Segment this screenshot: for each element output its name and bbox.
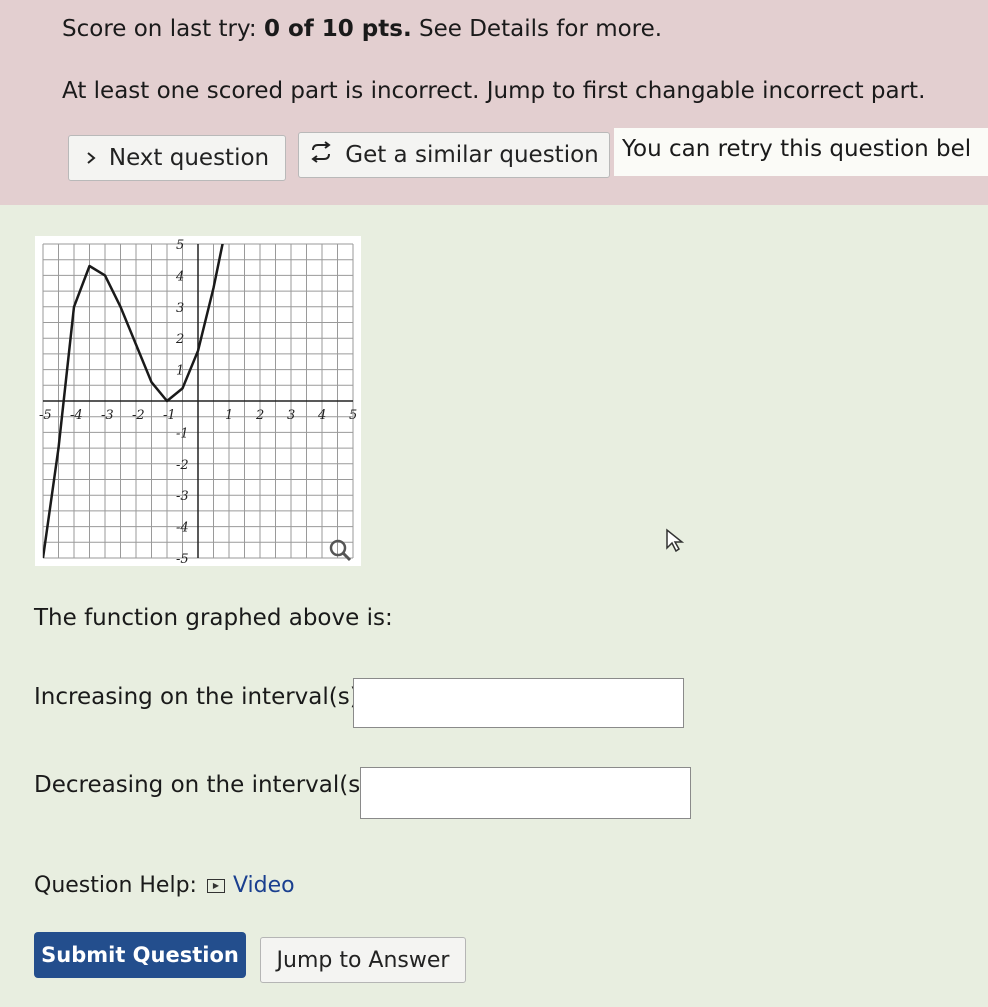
decreasing-label: Decreasing on the interval(s) <box>34 772 370 798</box>
video-icon: ▶ <box>206 878 225 893</box>
y-tick-label: 1 <box>176 364 184 379</box>
video-help-link[interactable]: ▶ Video <box>206 873 295 898</box>
next-question-label: Next question <box>108 145 270 171</box>
question-prompt: The function graphed above is: <box>34 605 393 631</box>
score-prefix: Score on last try: <box>62 16 264 42</box>
jump-to-answer-button[interactable]: Jump to Answer <box>260 937 466 983</box>
y-tick-label: 2 <box>175 332 184 347</box>
x-tick-label: -2 <box>132 408 145 423</box>
graph-svg: -5 -4 -3 -2 -1 1 2 3 4 5 -5 -4 -3 -2 -1 1 2 3 4 5 <box>39 238 357 567</box>
y-tick-label: -3 <box>176 489 189 504</box>
x-tick-label: -4 <box>70 408 83 423</box>
x-tick-label: 1 <box>225 408 233 423</box>
refresh-icon <box>309 141 333 169</box>
x-tick-label: 5 <box>349 408 357 423</box>
incorrect-notice-link[interactable]: At least one scored part is incorrect. J… <box>62 78 925 104</box>
similar-question-button[interactable]: Get a similar question <box>298 132 610 178</box>
y-tick-label: -1 <box>176 426 189 441</box>
x-tick-label: -5 <box>39 408 52 423</box>
retry-message: You can retry this question bel <box>614 128 988 176</box>
question-help-label: Question Help: <box>34 873 197 898</box>
video-label: Video <box>232 873 295 898</box>
increasing-label: Increasing on the interval(s) <box>34 684 359 710</box>
function-curve <box>43 244 224 558</box>
y-tick-label: -2 <box>176 458 189 473</box>
decreasing-interval-input[interactable] <box>360 767 691 819</box>
y-tick-label: 3 <box>176 301 184 316</box>
function-graph: -5 -4 -3 -2 -1 1 2 3 4 5 -5 -4 -3 -2 -1 1 2 3 4 5 <box>35 236 361 567</box>
x-tick-label: 4 <box>317 408 326 423</box>
question-help: Question Help: ▶ Video <box>34 873 295 898</box>
score-value: 0 of 10 pts. <box>263 16 412 42</box>
y-tick-label: 5 <box>176 238 184 253</box>
y-tick-label: -4 <box>176 521 189 536</box>
similar-question-label: Get a similar question <box>345 142 599 168</box>
x-tick-label: 3 <box>287 408 295 423</box>
x-tick-label: -3 <box>101 408 114 423</box>
mouse-cursor-icon <box>665 528 687 556</box>
submit-question-button[interactable]: Submit Question <box>34 932 246 978</box>
y-tick-label: 4 <box>175 269 184 284</box>
score-suffix: See Details for more. <box>411 16 663 42</box>
next-question-button[interactable]: Next question <box>68 135 286 181</box>
score-text: Score on last try: 0 of 10 pts. See Deta… <box>62 16 662 42</box>
magnifier-icon <box>329 539 352 562</box>
x-tick-label: 2 <box>255 408 264 423</box>
x-tick-label: -1 <box>163 408 176 423</box>
y-tick-label: -5 <box>176 552 189 566</box>
increasing-interval-input[interactable] <box>353 678 684 728</box>
chevron-right-icon <box>85 145 97 171</box>
